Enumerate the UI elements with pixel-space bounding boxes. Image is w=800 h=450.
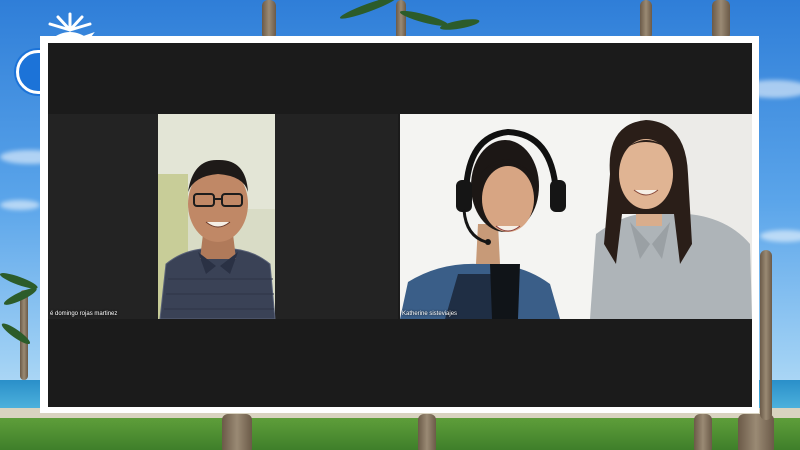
participant-name-2: Katherine sisteviajes (402, 311, 458, 317)
participant-tile-1[interactable]: é domingo rojas martinez (48, 114, 398, 319)
grass (0, 418, 800, 450)
participant-video-1 (158, 114, 276, 319)
participant-name-1: é domingo rojas martinez (50, 311, 118, 317)
participant-tile-2[interactable]: Katherine sisteviajes (400, 114, 752, 319)
video-call-window: é domingo rojas martinez Katherine siste… (48, 43, 752, 407)
participant-video-2 (400, 114, 752, 319)
